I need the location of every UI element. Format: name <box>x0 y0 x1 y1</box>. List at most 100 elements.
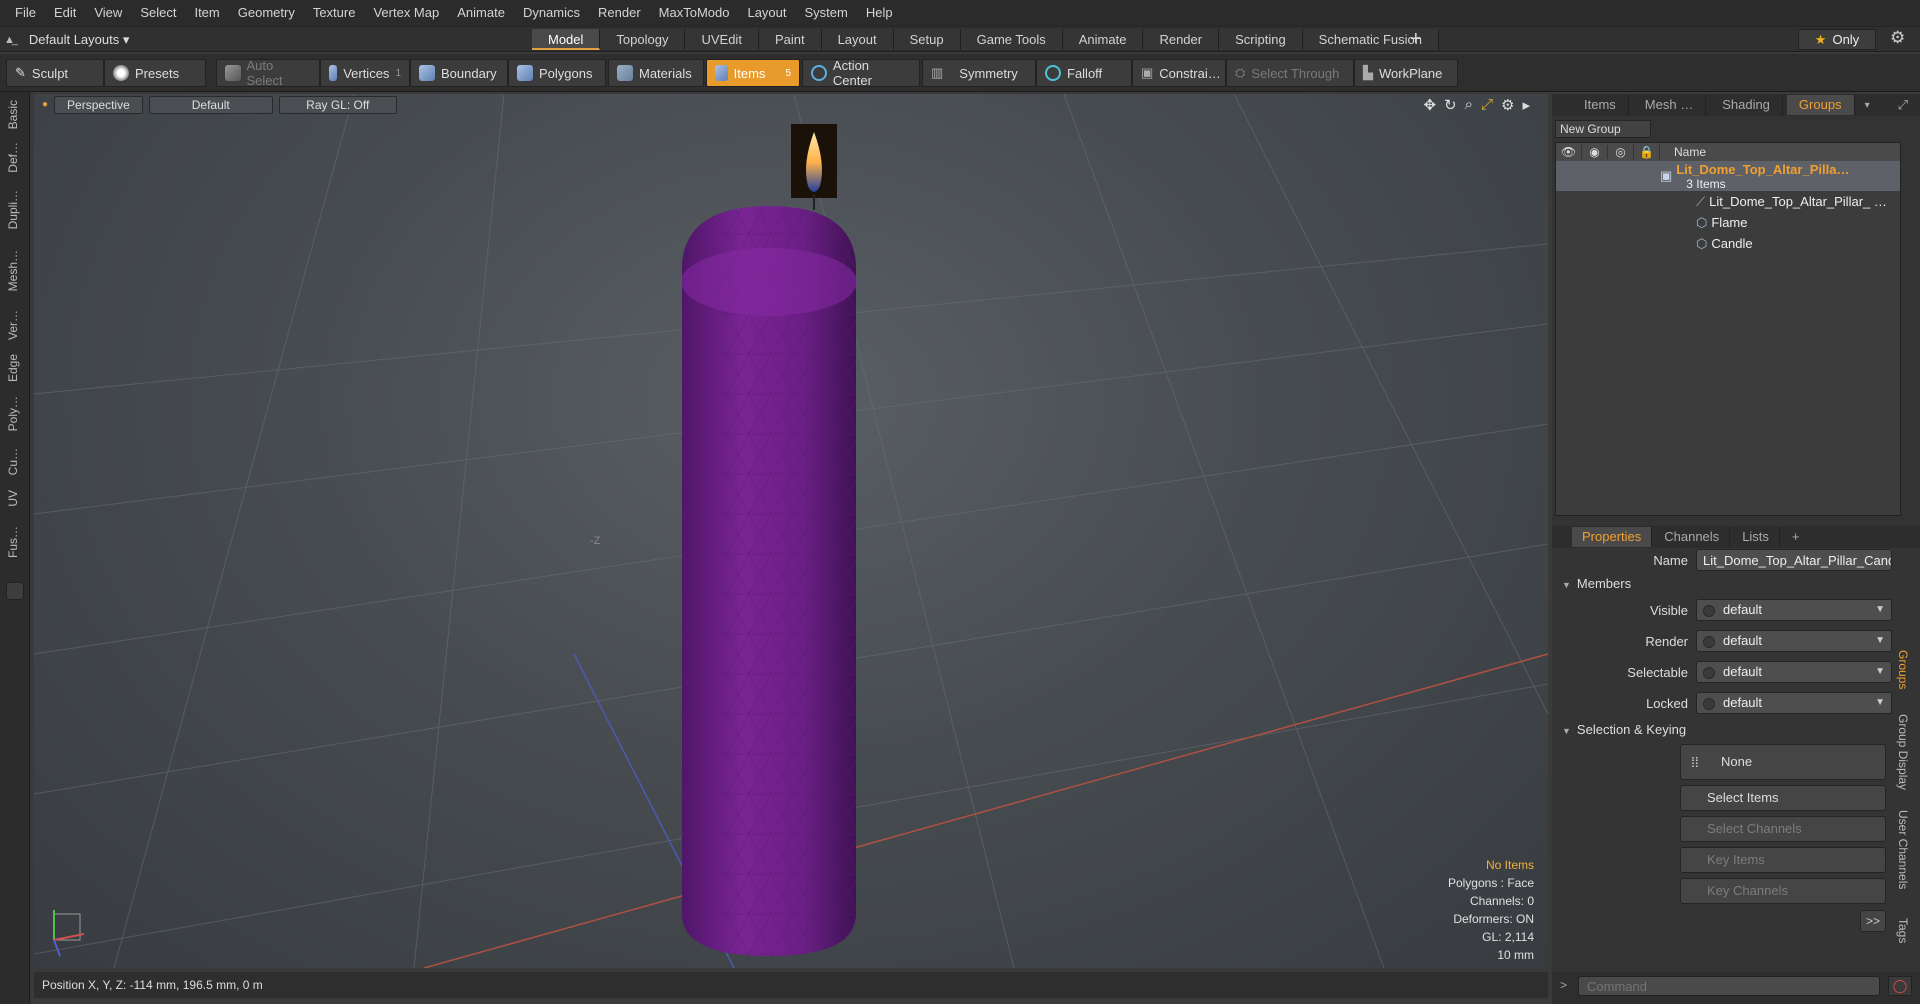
tab-model[interactable]: Model <box>532 29 601 50</box>
menu-system[interactable]: System <box>796 0 857 26</box>
viewport-settings-icon[interactable]: ⚙ <box>1501 96 1514 114</box>
left-tab-uv[interactable]: UV <box>6 490 24 507</box>
gear-icon[interactable]: ⚙ <box>1890 28 1905 48</box>
command-input[interactable] <box>1578 976 1880 996</box>
tab-game-tools[interactable]: Game Tools <box>960 29 1063 50</box>
menu-vertex-map[interactable]: Vertex Map <box>364 0 448 26</box>
lock-icon[interactable]: 🔒 <box>1634 145 1660 159</box>
tab-lists[interactable]: Lists <box>1732 527 1780 547</box>
menu-dynamics[interactable]: Dynamics <box>514 0 589 26</box>
layout-toggle-icon[interactable]: ▲̲ <box>4 34 15 46</box>
tab-scripting[interactable]: Scripting <box>1219 29 1303 50</box>
sculpt-button[interactable]: ✎ Sculpt <box>6 59 104 87</box>
items-button[interactable]: Items 5 <box>706 59 800 87</box>
expand-panel-icon[interactable]: ⤢ <box>1898 97 1908 113</box>
render-icon[interactable]: ◉ <box>1582 145 1608 159</box>
menu-animate[interactable]: Animate <box>448 0 514 26</box>
left-tab-curve[interactable]: Cu… <box>6 448 24 475</box>
left-tab-deform[interactable]: Def… <box>6 142 24 173</box>
pan-icon[interactable]: ✥ <box>1423 96 1436 114</box>
more-button[interactable]: >> <box>1860 910 1886 932</box>
menu-view[interactable]: View <box>85 0 131 26</box>
vertices-button[interactable]: Vertices 1 <box>320 59 410 87</box>
vtab-tags[interactable]: Tags <box>1896 918 1910 943</box>
auto-select-button[interactable]: Auto Select <box>216 58 320 88</box>
vtab-group-display[interactable]: Group Display <box>1896 714 1910 790</box>
shading-button[interactable]: Default <box>148 96 273 114</box>
tab-setup[interactable]: Setup <box>893 29 961 50</box>
left-tab-fusion[interactable]: Fus… <box>6 526 24 558</box>
visible-select[interactable]: default ▼ <box>1696 599 1892 621</box>
tab-groups[interactable]: Groups <box>1786 95 1855 115</box>
select-items-button[interactable]: Select Items <box>1680 785 1886 811</box>
tab-uvedit[interactable]: UVEdit <box>685 29 759 50</box>
none-button[interactable]: ⁞⁞ None <box>1680 744 1886 780</box>
menu-select[interactable]: Select <box>131 0 185 26</box>
menu-maxtomodo[interactable]: MaxToModo <box>650 0 739 26</box>
3d-viewport[interactable]: ● Perspective Default Ray GL: Off ✥ ↻ ⌕ … <box>34 94 1548 968</box>
view-type-button[interactable]: Perspective <box>54 96 143 114</box>
rotate-icon[interactable]: ↻ <box>1444 96 1457 114</box>
symmetry-button[interactable]: ▥ Symmetry <box>922 59 1036 87</box>
key-items-button[interactable]: Key Items <box>1680 847 1886 873</box>
left-tab-edge[interactable]: Edge <box>6 354 24 382</box>
tree-row-mesh[interactable]: ⟋ Lit_Dome_Top_Altar_Pillar_ … <box>1556 191 1900 212</box>
menu-render[interactable]: Render <box>589 0 650 26</box>
select-channels-button[interactable]: Select Channels <box>1680 816 1886 842</box>
selection-keying-section[interactable]: ▼ Selection & Keying <box>1562 722 1686 737</box>
tab-paint[interactable]: Paint <box>758 29 822 50</box>
menu-item[interactable]: Item <box>185 0 228 26</box>
tree-row-flame[interactable]: ⬡ Flame <box>1556 212 1900 233</box>
raygl-button[interactable]: Ray GL: Off <box>278 96 397 114</box>
add-tab-icon[interactable]: + <box>1410 28 1422 50</box>
only-button[interactable]: ★ Only <box>1798 29 1876 50</box>
menu-layout[interactable]: Layout <box>738 0 795 26</box>
select-through-button[interactable]: ⛭ Select Through <box>1226 59 1354 87</box>
tab-channels[interactable]: Channels <box>1654 527 1731 547</box>
members-section[interactable]: ▼ Members <box>1562 576 1631 591</box>
left-tab-basic[interactable]: Basic <box>6 100 24 129</box>
menu-geometry[interactable]: Geometry <box>229 0 304 26</box>
tab-topology[interactable]: Topology <box>600 29 686 50</box>
tab-shading[interactable]: Shading <box>1710 95 1783 115</box>
tab-animate[interactable]: Animate <box>1062 29 1144 50</box>
tab-properties[interactable]: Properties <box>1572 527 1653 547</box>
render-select[interactable]: default ▼ <box>1696 630 1892 652</box>
tab-mesh[interactable]: Mesh … <box>1633 95 1707 115</box>
constrain-button[interactable]: ▣ Constrai… <box>1132 59 1226 87</box>
menu-help[interactable]: Help <box>857 0 902 26</box>
left-tab-vertex[interactable]: Ver… <box>6 310 24 340</box>
polygons-button[interactable]: Polygons <box>508 59 606 87</box>
menu-edit[interactable]: Edit <box>45 0 85 26</box>
action-center-button[interactable]: Action Center <box>802 58 920 88</box>
left-strip-expand-button[interactable] <box>6 582 24 600</box>
zoom-icon[interactable]: ⌕ <box>1465 96 1473 114</box>
vtab-user-channels[interactable]: User Channels <box>1896 810 1910 889</box>
left-tab-duplicate[interactable]: Dupli… <box>6 190 24 229</box>
menu-file[interactable]: File <box>6 0 45 26</box>
add-properties-tab[interactable]: + <box>1782 527 1810 547</box>
flame-model[interactable] <box>791 124 837 210</box>
layouts-dropdown[interactable]: ▲̲ Default Layouts ▾ <box>4 27 129 52</box>
left-tab-mesh[interactable]: Mesh… <box>6 250 24 291</box>
panel-menu-arrow-icon[interactable]: ▾ <box>1865 100 1870 111</box>
tree-row-group[interactable]: ▣ Lit_Dome_Top_Altar_Pilla… 3 Items <box>1556 161 1900 191</box>
falloff-button[interactable]: Falloff <box>1036 59 1132 87</box>
eye-icon[interactable]: 👁 <box>1556 145 1582 159</box>
name-field[interactable] <box>1696 549 1892 571</box>
workplane-button[interactable]: ▙ WorkPlane <box>1354 59 1458 87</box>
locked-select[interactable]: default ▼ <box>1696 692 1892 714</box>
left-tab-polygon[interactable]: Poly… <box>6 396 24 431</box>
viewport-menu-arrow-icon[interactable]: ▸ <box>1522 96 1530 114</box>
new-group-button[interactable]: New Group <box>1555 120 1651 138</box>
record-icon[interactable]: ◯ <box>1888 976 1912 996</box>
tab-render[interactable]: Render <box>1143 29 1220 50</box>
menu-texture[interactable]: Texture <box>304 0 365 26</box>
presets-button[interactable]: Presets <box>104 59 206 87</box>
select-icon[interactable]: ◎ <box>1608 145 1634 159</box>
key-channels-button[interactable]: Key Channels <box>1680 878 1886 904</box>
selectable-select[interactable]: default ▼ <box>1696 661 1892 683</box>
candle-model[interactable] <box>681 206 857 956</box>
boundary-button[interactable]: Boundary <box>410 59 508 87</box>
vtab-groups[interactable]: Groups <box>1896 650 1910 689</box>
